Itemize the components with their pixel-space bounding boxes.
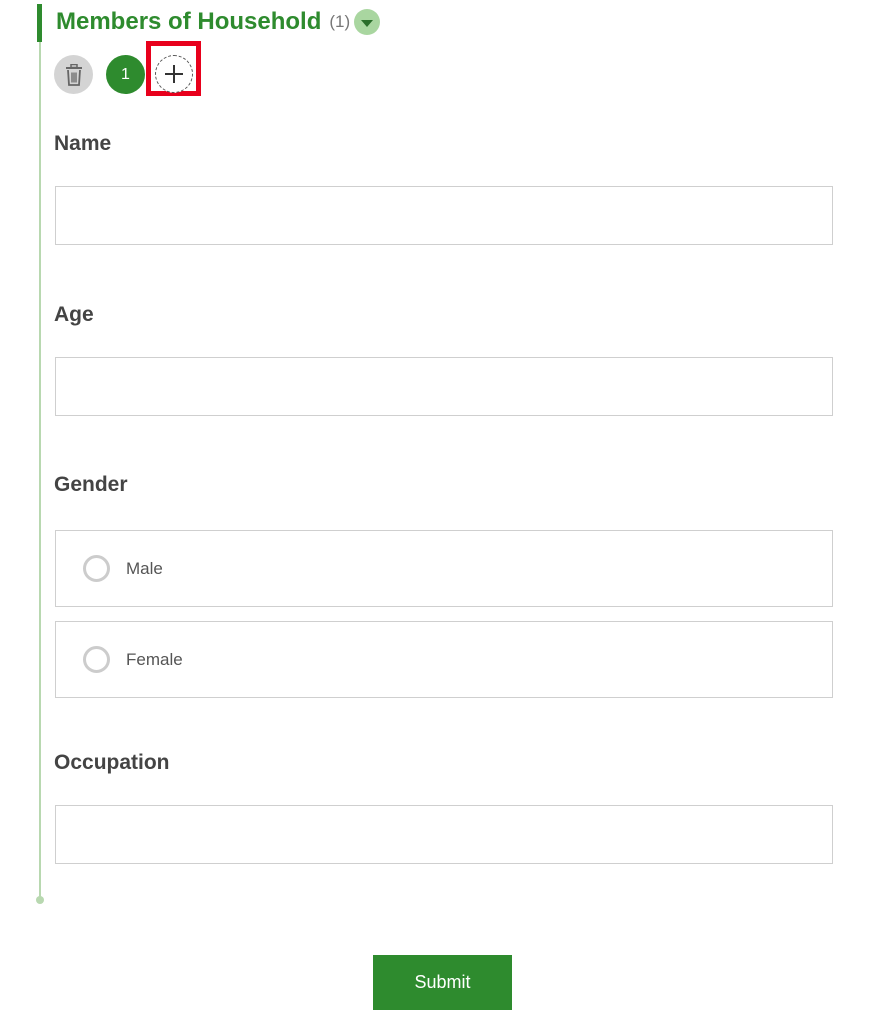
name-label: Name [54, 132, 112, 155]
add-member-button[interactable] [155, 55, 193, 93]
section-header: Members of Household (1) [56, 6, 381, 38]
name-input[interactable] [55, 186, 833, 245]
form-page: Members of Household (1) 1 Name Age Gend… [0, 0, 882, 1024]
section-count: (1) [329, 12, 351, 31]
radio-label-female: Female [126, 649, 183, 669]
plus-icon [165, 65, 183, 83]
radio-female[interactable] [83, 646, 110, 673]
repeat-group-accent-bar [37, 4, 42, 42]
gender-option-male[interactable]: Male [55, 530, 833, 607]
submit-button[interactable]: Submit [373, 955, 512, 1010]
age-input[interactable] [55, 357, 833, 416]
delete-member-button[interactable] [54, 55, 93, 94]
repeat-group-line [39, 4, 41, 900]
age-label: Age [54, 303, 94, 326]
trash-icon [65, 63, 82, 86]
gender-option-female[interactable]: Female [55, 621, 833, 698]
radio-male[interactable] [83, 555, 110, 582]
occupation-label: Occupation [54, 751, 170, 774]
occupation-input[interactable] [55, 805, 833, 864]
collapse-button[interactable] [354, 9, 381, 35]
chevron-down-icon [361, 20, 374, 27]
section-title: Members of Household [56, 8, 322, 35]
member-page-1-button[interactable]: 1 [106, 55, 145, 94]
gender-label: Gender [54, 473, 128, 496]
radio-label-male: Male [126, 558, 163, 578]
repeat-group-end-dot [36, 896, 44, 904]
